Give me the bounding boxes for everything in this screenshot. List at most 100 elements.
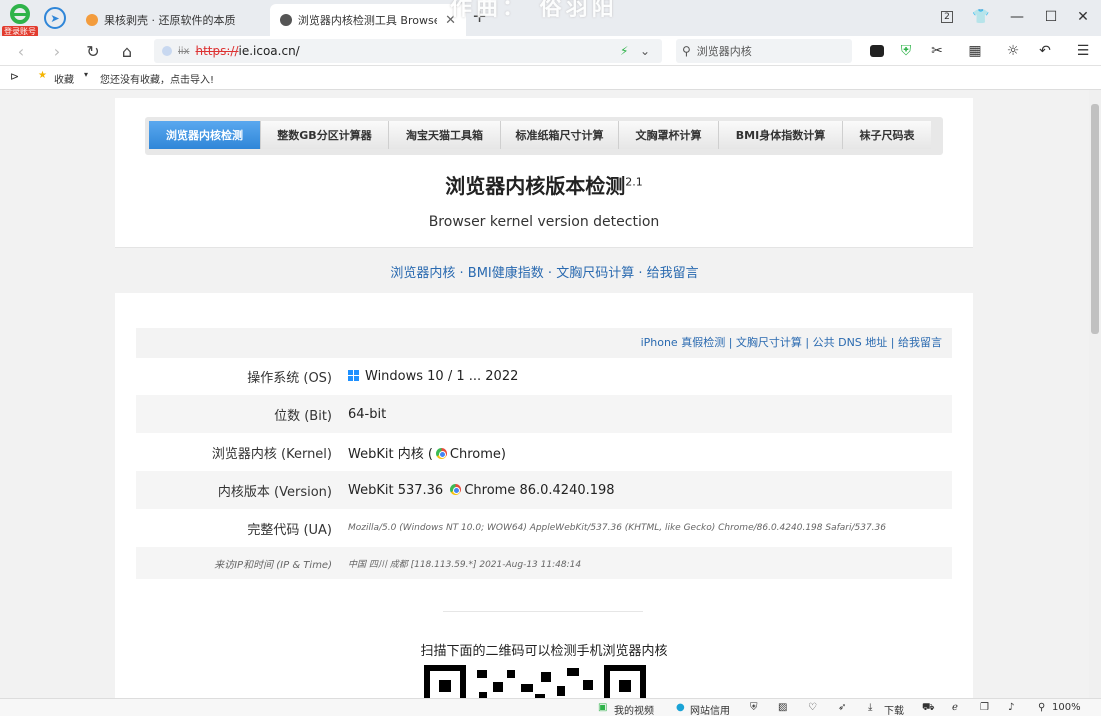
table-row-kernel: 浏览器内核 (Kernel) WebKit 内核 (Chrome) bbox=[136, 433, 952, 471]
window-close-button[interactable]: ✕ bbox=[1070, 6, 1096, 28]
divider bbox=[443, 611, 643, 612]
address-bar[interactable]: iix https:// ie.icoa.cn/ ⚡ ⌄ bbox=[154, 39, 662, 63]
tab-guoheboke[interactable]: 果核剥壳 · 还原软件的本质 bbox=[76, 4, 268, 36]
shield-icon[interactable]: ⛨ bbox=[750, 702, 758, 713]
row-value: Windows 10 / 1 ... 2022 bbox=[348, 369, 518, 384]
reload-button[interactable]: ↻ bbox=[82, 40, 104, 62]
droplet-icon: ● bbox=[676, 702, 685, 713]
link-browser-kernel[interactable]: 浏览器内核 bbox=[390, 266, 455, 281]
sidebar-toggle-icon[interactable]: ⊳ bbox=[10, 70, 19, 83]
tab-browser-kernel-detect[interactable]: 浏览器内核检测 bbox=[149, 121, 261, 149]
row-label: 来访IP和时间 (IP & Time) bbox=[214, 559, 332, 571]
tab-gb-partition[interactable]: 整数GB分区计算器 bbox=[261, 121, 389, 149]
tab-label: 浏览器内核检测工具 Browser k bbox=[297, 14, 437, 27]
extension-icon[interactable] bbox=[868, 42, 886, 60]
my-videos-link[interactable]: 我的视频 bbox=[614, 702, 654, 716]
table-row-bit: 位数 (Bit) 64-bit bbox=[136, 395, 952, 433]
row-value: Mozilla/5.0 (Windows NT 10.0; WOW64) App… bbox=[348, 523, 886, 533]
bookmarks-import-hint[interactable]: 您还没有收藏，点击导入! bbox=[100, 71, 214, 86]
bookmarks-bar: ⊳ ★ 收藏 ▾ 您还没有收藏，点击导入! bbox=[0, 66, 1101, 90]
tab-label: 果核剥壳 · 还原软件的本质 bbox=[104, 14, 236, 27]
link-leave-message[interactable]: 给我留言 bbox=[647, 266, 699, 281]
qr-code bbox=[417, 664, 667, 698]
ie-icon[interactable]: ℯ bbox=[952, 702, 958, 713]
table-row-ua: 完整代码 (UA) Mozilla/5.0 (Windows NT 10.0; … bbox=[136, 509, 952, 547]
page-viewport: 浏览器内核检测 整数GB分区计算器 淘宝天猫工具箱 标准纸箱尺寸计算 文胸罩杯计… bbox=[0, 90, 1089, 698]
chrome-icon bbox=[450, 483, 462, 495]
scissors-icon[interactable]: ✂ bbox=[928, 42, 946, 60]
home-button[interactable]: ⌂ bbox=[116, 40, 138, 62]
rocket-icon[interactable]: ➶ bbox=[838, 702, 846, 713]
brightness-icon[interactable]: ☼ bbox=[1004, 42, 1022, 60]
row-label: 浏览器内核 (Kernel) bbox=[211, 446, 332, 462]
link-iphone-check[interactable]: iPhone 真假检测 bbox=[641, 336, 726, 349]
search-icon: ⚲ bbox=[682, 44, 691, 58]
apps-grid-icon[interactable]: ▦ bbox=[966, 42, 984, 60]
tab-bra-cup[interactable]: 文胸罩杯计算 bbox=[619, 121, 719, 149]
link-bra-size[interactable]: 文胸尺码计算 bbox=[556, 266, 634, 281]
browser-logo[interactable]: 登录账号 bbox=[2, 4, 38, 37]
url-badge: iix bbox=[178, 45, 190, 57]
title-bar: 登录账号 ➤ 果核剥壳 · 还原软件的本质 浏览器内核检测工具 Browser … bbox=[0, 0, 1101, 37]
compass-icon[interactable]: ➤ bbox=[44, 7, 66, 29]
shield-icon[interactable]: ⛨ bbox=[897, 42, 915, 60]
qr-caption: 扫描下面的二维码可以检测手机浏览器内核 bbox=[420, 644, 668, 659]
video-icon: ▣ bbox=[598, 702, 608, 713]
row-label: 操作系统 (OS) bbox=[247, 370, 332, 386]
link-bmi[interactable]: BMI健康指数 bbox=[468, 266, 544, 281]
page-title: 浏览器内核版本检测2.1 bbox=[445, 174, 643, 198]
row-label: 位数 (Bit) bbox=[274, 408, 332, 424]
row-label: 完整代码 (UA) bbox=[247, 522, 332, 538]
image-icon[interactable]: ▨ bbox=[778, 702, 787, 713]
lightning-icon[interactable]: ⚡ bbox=[620, 44, 628, 58]
heart-icon[interactable]: ♡ bbox=[808, 702, 817, 713]
address-toolbar: ‹ › ↻ ⌂ iix https:// ie.icoa.cn/ ⚡ ⌄ ⚲ 浏… bbox=[0, 36, 1101, 66]
volume-icon[interactable]: ♪ bbox=[1008, 702, 1014, 713]
link-message[interactable]: 给我留言 bbox=[898, 336, 942, 349]
download-link[interactable]: 下载 bbox=[884, 702, 904, 716]
tab-sock-size[interactable]: 袜子尺码表 bbox=[843, 121, 931, 149]
scrollbar-thumb[interactable] bbox=[1091, 104, 1099, 334]
row-value: WebKit 内核 (Chrome) bbox=[348, 446, 506, 462]
back-button[interactable]: ‹ bbox=[10, 40, 32, 62]
zoom-icon[interactable]: ⚲ bbox=[1038, 702, 1045, 713]
search-text: 浏览器内核 bbox=[696, 45, 752, 58]
url-host: ie.icoa.cn/ bbox=[238, 44, 300, 58]
chevron-down-icon[interactable]: ⌄ bbox=[640, 44, 650, 58]
quick-links: 浏览器内核 · BMI健康指数 · 文胸尺码计算 · 给我留言 bbox=[390, 266, 699, 281]
title-version: 2.1 bbox=[625, 175, 643, 189]
tab-count-badge[interactable]: 2 bbox=[934, 6, 960, 28]
watermark-text: 作曲： 俗羽阳 bbox=[450, 0, 618, 21]
page-scrollbar[interactable] bbox=[1089, 90, 1101, 698]
window-icon[interactable]: ❐ bbox=[980, 702, 989, 713]
tab-carton-size[interactable]: 标准纸箱尺寸计算 bbox=[501, 121, 619, 149]
chevron-down-icon[interactable]: ▾ bbox=[84, 70, 88, 79]
forward-button[interactable]: › bbox=[46, 40, 68, 62]
table-row-ip-time: 来访IP和时间 (IP & Time) 中国 四川 成都 [118.113.59… bbox=[136, 547, 952, 579]
header-card: 浏览器内核检测 整数GB分区计算器 淘宝天猫工具箱 标准纸箱尺寸计算 文胸罩杯计… bbox=[115, 98, 973, 248]
zoom-level[interactable]: 100% bbox=[1052, 702, 1081, 713]
search-input[interactable]: ⚲ 浏览器内核 bbox=[676, 39, 852, 63]
row-value: 中国 四川 成都 [118.113.59.*] 2021-Aug-13 11:4… bbox=[348, 559, 582, 570]
tab-bmi[interactable]: BMI身体指数计算 bbox=[719, 121, 843, 149]
tab-taobao-tools[interactable]: 淘宝天猫工具箱 bbox=[389, 121, 501, 149]
tab-browser-kernel[interactable]: 浏览器内核检测工具 Browser k ✕ bbox=[270, 4, 466, 36]
link-public-dns[interactable]: 公共 DNS 地址 bbox=[813, 336, 888, 349]
menu-icon[interactable]: ☰ bbox=[1074, 42, 1092, 60]
site-favicon-icon bbox=[280, 14, 292, 26]
maximize-button[interactable]: ☐ bbox=[1038, 6, 1064, 28]
status-bar: ▣ 我的视频 ● 网站信用 ⛨ ▨ ♡ ➶ ⤓ 下载 ⛟ ℯ ❐ ♪ ⚲ 100… bbox=[0, 698, 1101, 716]
download-icon[interactable]: ⤓ bbox=[868, 702, 872, 713]
shirt-skin-icon[interactable]: 👕 bbox=[968, 6, 994, 28]
site-trust-link[interactable]: 网站信用 bbox=[690, 702, 730, 716]
site-favicon-icon bbox=[86, 14, 98, 26]
car-icon[interactable]: ⛟ bbox=[922, 702, 935, 715]
link-bra-calc[interactable]: 文胸尺寸计算 bbox=[736, 336, 802, 349]
undo-icon[interactable]: ↶ bbox=[1036, 42, 1054, 60]
info-card: iPhone 真假检测 | 文胸尺寸计算 | 公共 DNS 地址 | 给我留言 … bbox=[115, 293, 973, 698]
table-row-os: 操作系统 (OS) Windows 10 / 1 ... 2022 bbox=[136, 357, 952, 395]
row-value: 64-bit bbox=[348, 406, 387, 422]
minimize-button[interactable]: — bbox=[1004, 6, 1030, 28]
bookmarks-menu[interactable]: 收藏 bbox=[54, 71, 74, 86]
site-info-icon[interactable] bbox=[162, 46, 172, 56]
